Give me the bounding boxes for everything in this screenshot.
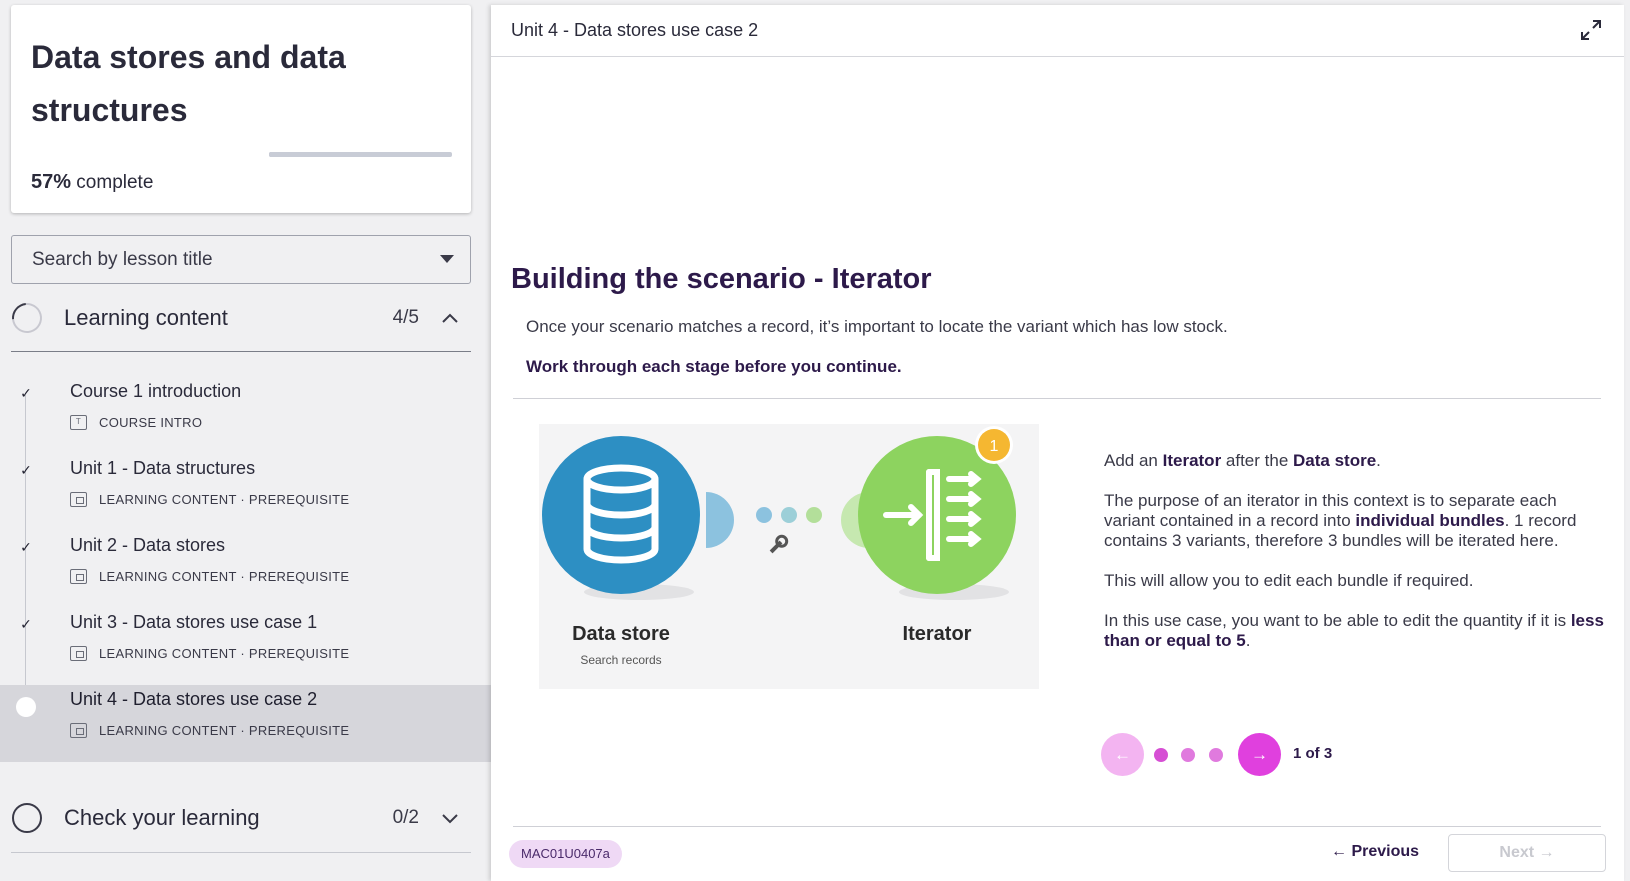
lesson-title: Unit 3 - Data stores use case 1	[70, 612, 318, 632]
section-label: Learning content	[64, 305, 228, 330]
scenario-diagram-svg: 1 Data store Search records Iterator	[542, 426, 1016, 667]
lesson-title: Unit 1 - Data structures	[70, 458, 256, 478]
data-store-label: Data store	[572, 623, 670, 645]
carousel-dot-3[interactable]	[1209, 748, 1223, 762]
explanation-paragraph: The purpose of an iterator in this conte…	[1104, 491, 1577, 550]
carousel-dot-1[interactable]	[1154, 748, 1168, 762]
carousel-dot-2[interactable]	[1181, 748, 1195, 762]
course-card: Data stores and data structures 57% comp…	[11, 5, 471, 213]
progress-bar-fill	[269, 152, 374, 157]
slides-icon	[70, 646, 87, 661]
slides-icon	[70, 492, 87, 507]
check-icon: ✓	[20, 462, 32, 478]
lesson-item[interactable]: ✓ Unit 1 - Data structures LEARNING CONT…	[0, 454, 491, 531]
lesson-title: Course 1 introduction	[70, 381, 242, 401]
lesson-meta: LEARNING CONTENT · PREREQUISITE	[70, 723, 349, 738]
caret-down-icon	[440, 255, 454, 263]
lesson-item[interactable]: ✓ Course 1 introduction T COURSE INTRO	[0, 377, 491, 454]
lesson-search-select[interactable]: Search by lesson title	[11, 235, 471, 284]
lesson-meta: T COURSE INTRO	[70, 415, 202, 430]
lesson-meta: LEARNING CONTENT · PREREQUISITE	[70, 569, 349, 584]
iterator-label: Iterator	[903, 623, 972, 645]
carousel-prev-button[interactable]: ←	[1101, 733, 1144, 776]
explanation-paragraph: Add an Iterator after the Data store.	[1104, 451, 1381, 470]
progress-bar	[269, 152, 452, 157]
lesson-code-badge: MAC01U0407a	[509, 840, 622, 868]
previous-lesson-button[interactable]: ← Previous	[1331, 843, 1419, 861]
lesson-meta: LEARNING CONTENT · PREREQUISITE	[70, 646, 349, 661]
lesson-item[interactable]: ✓ Unit 2 - Data stores LEARNING CONTENT …	[0, 531, 491, 608]
section-check-learning[interactable]: Check your learning 0/2	[11, 790, 471, 846]
course-title: Data stores and data structures	[31, 39, 346, 128]
section-learning-content[interactable]: Learning content 4/5	[5, 290, 471, 346]
data-store-sublabel: Search records	[580, 653, 661, 667]
course-sidebar: Data stores and data structures 57% comp…	[0, 0, 491, 881]
carousel-next-button[interactable]: →	[1238, 733, 1281, 776]
check-icon: ✓	[20, 385, 32, 401]
intro-text: Once your scenario matches a record, it’…	[526, 317, 1228, 336]
explanation-paragraph: This will allow you to edit each bundle …	[1104, 571, 1474, 590]
svg-text:1: 1	[990, 438, 999, 455]
scenario-diagram: 1 Data store Search records Iterator	[539, 424, 1039, 689]
next-lesson-button[interactable]: Next →	[1448, 834, 1606, 872]
lesson-header-title: Unit 4 - Data stores use case 2	[511, 20, 759, 40]
progress-ring-icon	[5, 296, 49, 340]
section-divider	[11, 852, 471, 853]
expand-icon[interactable]	[1580, 19, 1602, 41]
footer-divider	[513, 826, 1601, 827]
connection-dot	[756, 507, 772, 523]
search-placeholder: Search by lesson title	[32, 248, 213, 270]
lesson-item-active[interactable]: Unit 4 - Data stores use case 2 LEARNING…	[0, 685, 491, 762]
slides-icon	[70, 723, 87, 738]
lesson-content: Unit 4 - Data stores use case 2 Building…	[491, 5, 1624, 881]
section-divider	[11, 351, 471, 352]
lesson-title: Unit 2 - Data stores	[70, 535, 226, 555]
carousel-counter: 1 of 3	[1293, 745, 1333, 762]
check-icon: ✓	[20, 616, 32, 632]
section-count: 4/5	[392, 307, 419, 328]
stage-explanation: Add an Iterator after the Data store. Th…	[1104, 451, 1604, 671]
wrench-icon[interactable]	[768, 534, 789, 555]
progress-text: 57% complete	[31, 171, 154, 193]
section-label: Check your learning	[64, 805, 260, 830]
section-count: 0/2	[392, 807, 419, 828]
check-icon: ✓	[20, 539, 32, 555]
lesson-topbar: Unit 4 - Data stores use case 2	[491, 5, 1624, 57]
lesson-title: Unit 4 - Data stores use case 2	[70, 689, 318, 709]
connection-dot	[806, 507, 822, 523]
current-lesson-dot	[16, 697, 36, 717]
connection-dot	[781, 507, 797, 523]
chevron-down-icon[interactable]	[441, 808, 459, 829]
chevron-up-icon[interactable]	[441, 308, 459, 329]
section-heading: Building the scenario - Iterator	[511, 263, 932, 295]
progress-ring-icon	[12, 803, 42, 833]
lesson-item[interactable]: ✓ Unit 3 - Data stores use case 1 LEARNI…	[0, 608, 491, 685]
lesson-meta: LEARNING CONTENT · PREREQUISITE	[70, 492, 349, 507]
stage-carousel: ← → 1 of 3	[1101, 733, 1401, 777]
explanation-paragraph: In this use case, you want to be able to…	[1104, 611, 1604, 650]
document-icon: T	[70, 415, 87, 430]
slides-icon	[70, 569, 87, 584]
content-divider	[513, 398, 1601, 399]
instruction-text: Work through each stage before you conti…	[526, 357, 902, 376]
